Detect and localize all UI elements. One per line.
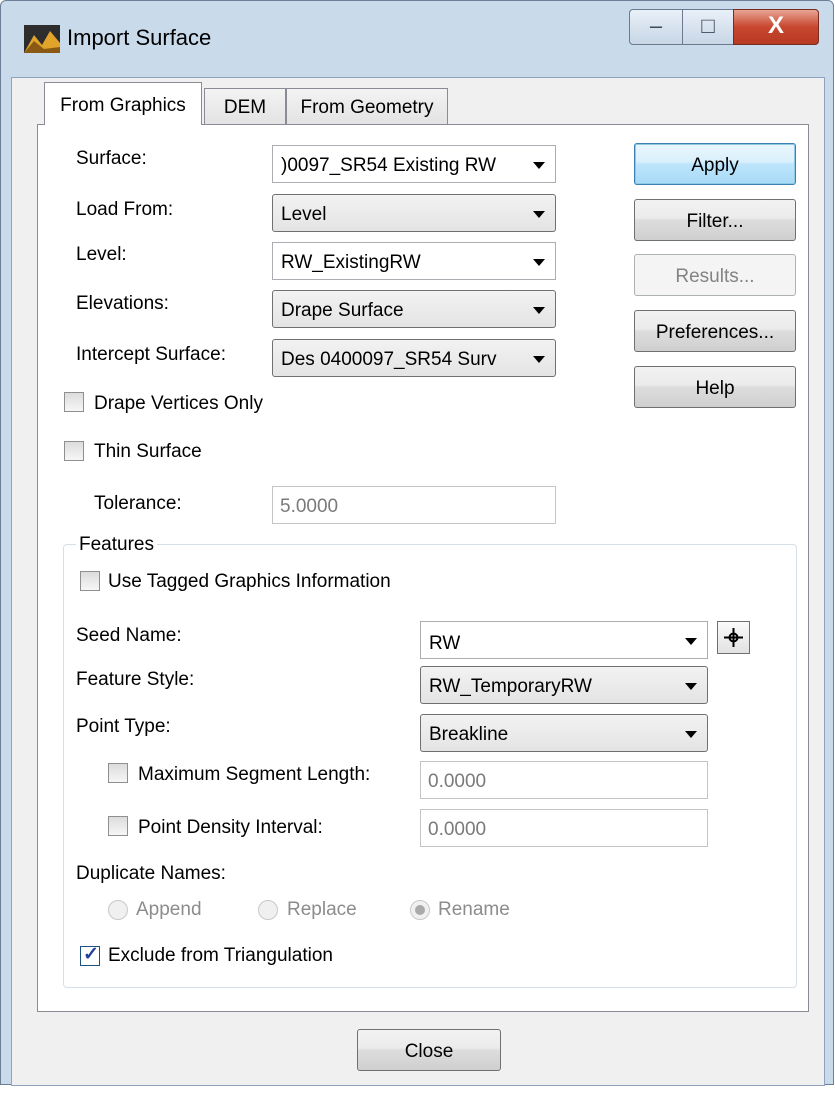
seed-name-combobox[interactable]: RW (420, 621, 708, 659)
chevron-down-icon (533, 259, 545, 266)
apply-button[interactable]: Apply (634, 143, 796, 185)
filter-button[interactable]: Filter... (634, 199, 796, 241)
intercept-surface-value: Des 0400097_SR54 Surv (281, 349, 497, 370)
apply-label: Apply (691, 155, 739, 176)
use-tagged-graphics-checkbox[interactable] (80, 571, 100, 591)
results-button[interactable]: Results... (634, 254, 796, 296)
tolerance-value: 5.0000 (280, 496, 339, 517)
level-label: Level: (76, 244, 127, 265)
surface-value: )0097_SR54 Existing RW (281, 155, 497, 176)
feature-style-value: RW_TemporaryRW (429, 676, 592, 697)
duplicate-names-label: Duplicate Names: (76, 863, 226, 884)
level-combobox[interactable]: RW_ExistingRW (272, 242, 556, 280)
point-type-label: Point Type: (76, 716, 171, 737)
drape-vertices-only-label: Drape Vertices Only (94, 393, 263, 414)
intercept-surface-combobox[interactable]: Des 0400097_SR54 Surv (272, 339, 556, 377)
feature-style-combobox[interactable]: RW_TemporaryRW (420, 666, 708, 704)
thin-surface-label: Thin Surface (94, 441, 202, 462)
exclude-from-triangulation-checkbox[interactable]: ✓ (80, 944, 100, 966)
preferences-button[interactable]: Preferences... (634, 310, 796, 352)
preferences-label: Preferences... (655, 322, 775, 343)
minimize-button[interactable]: – (629, 9, 683, 45)
chevron-down-icon (533, 307, 545, 314)
drape-vertices-only-checkbox[interactable] (64, 392, 84, 412)
chevron-down-icon (533, 211, 545, 218)
results-label: Results... (675, 266, 755, 287)
surface-label: Surface: (76, 148, 147, 169)
tab-from-geometry[interactable]: From Geometry (286, 88, 448, 124)
tab-dem[interactable]: DEM (204, 88, 286, 124)
chevron-down-icon (533, 162, 545, 169)
minimize-icon: – (649, 13, 663, 38)
point-type-value: Breakline (429, 724, 509, 745)
point-density-interval-label: Point Density Interval: (138, 817, 323, 838)
pick-target-button[interactable] (717, 621, 750, 654)
seed-name-label: Seed Name: (76, 625, 182, 646)
close-button[interactable]: Close (357, 1029, 501, 1071)
level-value: RW_ExistingRW (281, 252, 421, 273)
exclude-from-triangulation-label: Exclude from Triangulation (108, 945, 333, 966)
max-segment-length-label: Maximum Segment Length: (138, 764, 371, 785)
tab-label: From Geometry (300, 97, 434, 118)
close-window-button[interactable]: X (733, 9, 819, 45)
point-density-interval-field[interactable]: 0.0000 (420, 809, 708, 847)
tolerance-field[interactable]: 5.0000 (272, 486, 556, 524)
maximize-button[interactable]: □ (682, 9, 734, 45)
elevations-combobox[interactable]: Drape Surface (272, 290, 556, 328)
append-label: Append (136, 899, 202, 920)
replace-label: Replace (287, 899, 357, 920)
window-title: Import Surface (67, 25, 212, 50)
thin-surface-checkbox[interactable] (64, 441, 84, 461)
chevron-down-icon (685, 683, 697, 690)
maximize-icon: □ (701, 13, 715, 38)
chevron-down-icon (685, 731, 697, 738)
close-label: Close (404, 1041, 454, 1062)
seed-name-value: RW (429, 633, 461, 654)
intercept-surface-label: Intercept Surface: (76, 344, 226, 365)
features-group-label: Features (76, 534, 157, 556)
replace-radio[interactable] (258, 900, 278, 920)
checkmark-icon: ✓ (83, 944, 99, 965)
help-button[interactable]: Help (634, 366, 796, 408)
tab-label: From Graphics (60, 95, 186, 116)
load-from-combobox[interactable]: Level (272, 194, 556, 232)
selected-dot (415, 905, 425, 915)
surface-combobox[interactable]: )0097_SR54 Existing RW (272, 145, 556, 183)
point-density-interval-checkbox[interactable] (108, 816, 128, 836)
terrain-app-icon (24, 25, 60, 53)
title-bar[interactable]: Import Surface – □ X (1, 1, 833, 77)
tab-label: DEM (223, 97, 267, 118)
elevations-label: Elevations: (76, 293, 169, 314)
crosshair-icon (724, 628, 743, 647)
point-type-combobox[interactable]: Breakline (420, 714, 708, 752)
point-density-interval-value: 0.0000 (428, 819, 487, 840)
tab-from-graphics[interactable]: From Graphics (44, 82, 202, 125)
load-from-label: Load From: (76, 199, 174, 220)
use-tagged-graphics-label: Use Tagged Graphics Information (108, 571, 391, 592)
tolerance-label: Tolerance: (94, 493, 182, 514)
chevron-down-icon (685, 638, 697, 645)
max-segment-length-value: 0.0000 (428, 771, 487, 792)
help-label: Help (695, 378, 735, 399)
feature-style-label: Feature Style: (76, 669, 195, 690)
append-radio[interactable] (108, 900, 128, 920)
max-segment-length-checkbox[interactable] (108, 763, 128, 783)
close-icon: X (767, 12, 784, 39)
load-from-value: Level (281, 204, 327, 225)
elevations-value: Drape Surface (281, 300, 404, 321)
filter-label: Filter... (686, 211, 744, 232)
chevron-down-icon (533, 356, 545, 363)
rename-label: Rename (438, 899, 510, 920)
max-segment-length-field[interactable]: 0.0000 (420, 761, 708, 799)
rename-radio[interactable] (410, 900, 430, 920)
